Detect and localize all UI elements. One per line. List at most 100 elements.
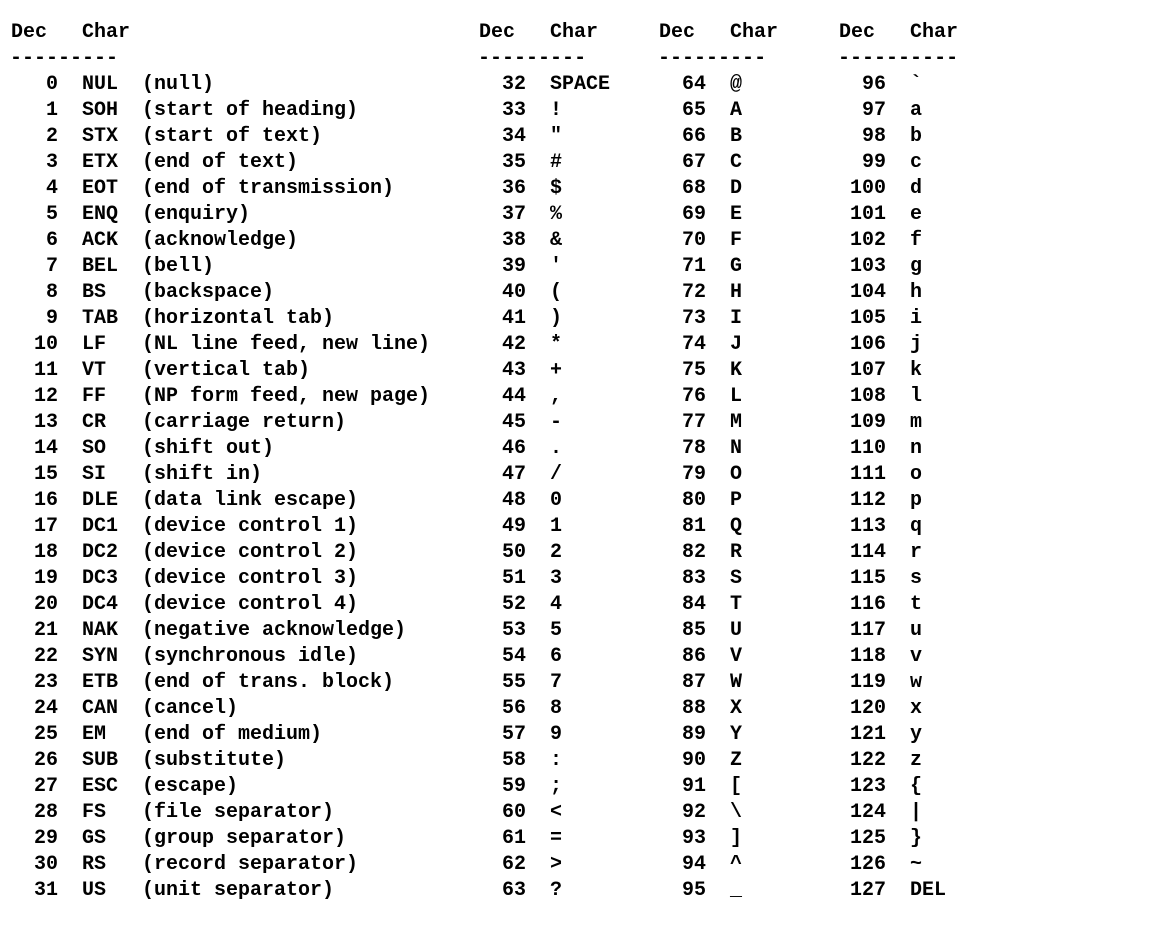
char-value: ? xyxy=(550,878,622,904)
ascii-row: 4EOT(end of transmission) xyxy=(10,176,442,202)
dec-value: 12 xyxy=(10,384,58,410)
char-value: VT xyxy=(82,358,130,384)
char-value: [ xyxy=(730,774,802,800)
ascii-row: 115s xyxy=(838,566,982,592)
char-value: e xyxy=(910,202,982,228)
ascii-row: 117u xyxy=(838,618,982,644)
ascii-table: DecChar---------0NUL(null)1SOH(start of … xyxy=(10,20,1162,904)
ascii-row: 78N xyxy=(658,436,802,462)
char-description: (end of trans. block) xyxy=(142,670,442,696)
ascii-row: 76L xyxy=(658,384,802,410)
ascii-row: 9TAB(horizontal tab) xyxy=(10,306,442,332)
dec-value: 38 xyxy=(478,228,526,254)
ascii-row: 13CR(carriage return) xyxy=(10,410,442,436)
ascii-row: 93] xyxy=(658,826,802,852)
char-description: (synchronous idle) xyxy=(142,644,442,670)
char-value: W xyxy=(730,670,802,696)
char-value: N xyxy=(730,436,802,462)
ascii-row: 66B xyxy=(658,124,802,150)
char-value: < xyxy=(550,800,622,826)
ascii-row: 22SYN(synchronous idle) xyxy=(10,644,442,670)
dec-value: 74 xyxy=(658,332,706,358)
dec-value: 90 xyxy=(658,748,706,774)
dec-value: 39 xyxy=(478,254,526,280)
dec-value: 65 xyxy=(658,98,706,124)
header-char: Char xyxy=(550,20,598,46)
ascii-row: 75K xyxy=(658,358,802,384)
ascii-row: 38& xyxy=(478,228,622,254)
char-value: f xyxy=(910,228,982,254)
char-value: r xyxy=(910,540,982,566)
ascii-row: 30RS(record separator) xyxy=(10,852,442,878)
ascii-row: 92\ xyxy=(658,800,802,826)
ascii-row: 123{ xyxy=(838,774,982,800)
char-value: i xyxy=(910,306,982,332)
dec-value: 10 xyxy=(10,332,58,358)
char-value: * xyxy=(550,332,622,358)
dec-value: 20 xyxy=(10,592,58,618)
dec-value: 13 xyxy=(10,410,58,436)
char-value: $ xyxy=(550,176,622,202)
char-value: } xyxy=(910,826,982,852)
ascii-row: 40( xyxy=(478,280,622,306)
dec-value: 7 xyxy=(10,254,58,280)
char-value: FS xyxy=(82,800,130,826)
ascii-row: 87W xyxy=(658,670,802,696)
ascii-row: 42* xyxy=(478,332,622,358)
char-value: 8 xyxy=(550,696,622,722)
ascii-row: 45- xyxy=(478,410,622,436)
dec-value: 98 xyxy=(838,124,886,150)
char-value: ~ xyxy=(910,852,982,878)
dec-value: 123 xyxy=(838,774,886,800)
dec-value: 72 xyxy=(658,280,706,306)
char-value: SI xyxy=(82,462,130,488)
dec-value: 75 xyxy=(658,358,706,384)
char-value: G xyxy=(730,254,802,280)
ascii-row: 80P xyxy=(658,488,802,514)
char-value: D xyxy=(730,176,802,202)
dec-value: 116 xyxy=(838,592,886,618)
char-value: . xyxy=(550,436,622,462)
header-char: Char xyxy=(730,20,778,46)
ascii-row: 546 xyxy=(478,644,622,670)
dec-value: 95 xyxy=(658,878,706,904)
dec-value: 102 xyxy=(838,228,886,254)
ascii-row: 557 xyxy=(478,670,622,696)
char-value: > xyxy=(550,852,622,878)
ascii-row: 62> xyxy=(478,852,622,878)
char-value: _ xyxy=(730,878,802,904)
ascii-row: 116t xyxy=(838,592,982,618)
char-value: A xyxy=(730,98,802,124)
char-value: c xyxy=(910,150,982,176)
char-value: H xyxy=(730,280,802,306)
dec-value: 32 xyxy=(478,72,526,98)
ascii-row: 47/ xyxy=(478,462,622,488)
char-value: STX xyxy=(82,124,130,150)
header-dec: Dec xyxy=(838,20,886,46)
char-value: J xyxy=(730,332,802,358)
dec-value: 126 xyxy=(838,852,886,878)
ascii-row: 35# xyxy=(478,150,622,176)
dec-value: 96 xyxy=(838,72,886,98)
ascii-row: 74 J xyxy=(658,332,802,358)
char-description: (device control 4) xyxy=(142,592,442,618)
dec-value: 1 xyxy=(10,98,58,124)
dec-value: 22 xyxy=(10,644,58,670)
header-dec: Dec xyxy=(10,20,58,46)
ascii-row: 12FF(NP form feed, new page) xyxy=(10,384,442,410)
ascii-row: 98b xyxy=(838,124,982,150)
dec-value: 68 xyxy=(658,176,706,202)
dec-value: 9 xyxy=(10,306,58,332)
dec-value: 0 xyxy=(10,72,58,98)
char-value: : xyxy=(550,748,622,774)
char-value: BS xyxy=(82,280,130,306)
ascii-row: 32SPACE xyxy=(478,72,622,98)
dec-value: 19 xyxy=(10,566,58,592)
char-value: NAK xyxy=(82,618,130,644)
dec-value: 53 xyxy=(478,618,526,644)
ascii-row: 94^ xyxy=(658,852,802,878)
char-value: Z xyxy=(730,748,802,774)
char-value: y xyxy=(910,722,982,748)
char-value: n xyxy=(910,436,982,462)
dec-value: 14 xyxy=(10,436,58,462)
